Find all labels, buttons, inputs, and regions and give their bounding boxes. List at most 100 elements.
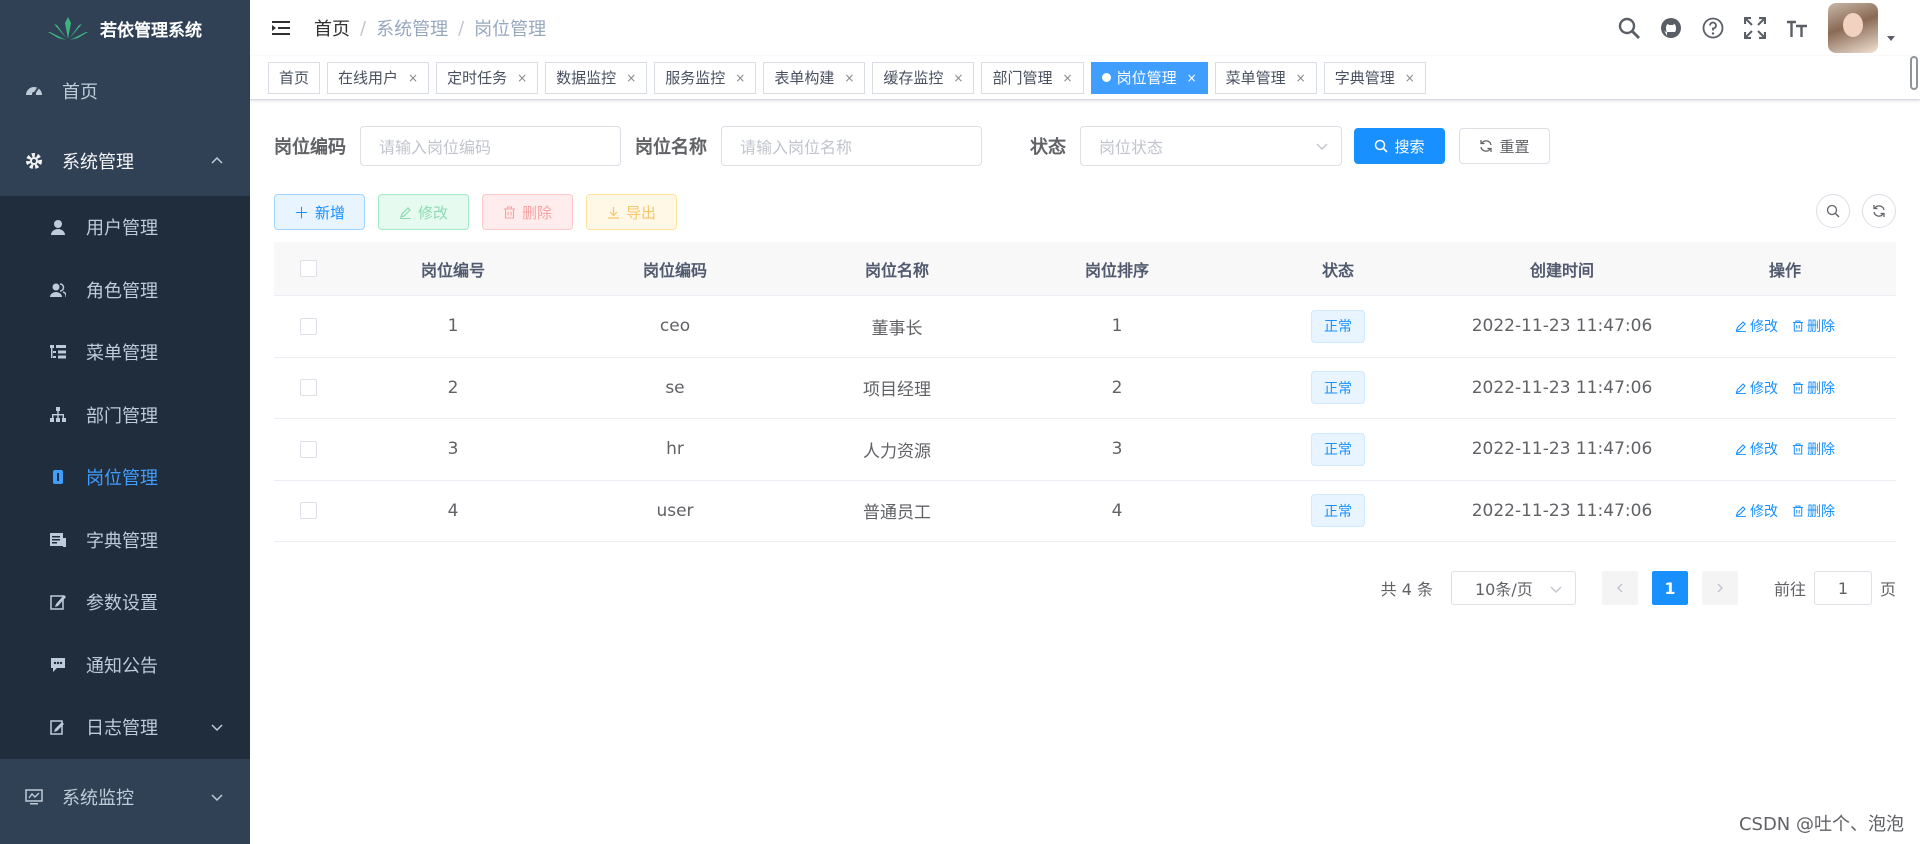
close-icon[interactable]: × (408, 71, 418, 85)
close-icon[interactable]: × (1405, 71, 1415, 85)
post-code-input[interactable]: 请输入岗位编码 (360, 126, 621, 166)
hamburger-icon[interactable] (270, 16, 294, 40)
trash-icon (1793, 443, 1803, 455)
tag-item[interactable]: 首页 (268, 61, 321, 94)
column-header: 岗位名称 (864, 260, 929, 280)
post-name-input[interactable]: 请输入岗位名称 (721, 126, 982, 166)
sidebar-item-parameters[interactable]: 参数设置 (0, 571, 250, 634)
table-row[interactable]: 2 se 项目经理 2 正常 2022-11-23 11:47:06 修改 删除 (274, 358, 1896, 419)
row-delete-link[interactable]: 删除 (1792, 316, 1835, 336)
status-cell: 正常 (1226, 494, 1450, 528)
export-button[interactable]: 导出 (586, 194, 677, 230)
status-select[interactable]: 岗位状态 (1080, 126, 1342, 166)
sidebar-item-system-monitor[interactable]: 系统监控 (0, 759, 250, 835)
table-row[interactable]: 4 user 普通员工 4 正常 2022-11-23 11:47:06 修改 删除 (274, 481, 1896, 542)
row-checkbox[interactable] (299, 379, 317, 397)
tag-item[interactable]: 字典管理 × (1323, 61, 1426, 94)
sidebar-item-label: 菜单管理 (86, 343, 158, 365)
app-root: 若依管理系统 首页 系统管理 用户管理 角色管理 菜单管理 部门管理 岗位管理 … (0, 0, 1920, 844)
tag-item[interactable]: 在线用户 × (327, 61, 430, 94)
close-icon[interactable]: × (517, 71, 527, 85)
add-button[interactable]: ＋ 新增 (274, 194, 365, 230)
tag-label: 定时任务 (447, 69, 508, 87)
row-edit-link[interactable]: 修改 (1735, 316, 1778, 336)
toolbar: ＋ 新增 修改 删除 导出 (274, 186, 1896, 238)
breadcrumb-home[interactable]: 首页 (314, 15, 350, 41)
tag-item[interactable]: 岗位管理 × (1090, 61, 1208, 94)
table-row[interactable]: 3 hr 人力资源 3 正常 2022-11-23 11:47:06 修改 删除 (274, 419, 1896, 481)
chevron-down-icon (1316, 143, 1328, 150)
row-checkbox[interactable] (299, 440, 317, 458)
tree-table-icon (48, 342, 68, 362)
reset-button[interactable]: 重置 (1459, 128, 1550, 164)
tag-item[interactable]: 菜单管理 × (1214, 61, 1317, 94)
avatar[interactable] (1828, 3, 1878, 53)
prev-page-button[interactable] (1601, 571, 1638, 605)
tag-item[interactable]: 服务监控 × (654, 61, 757, 94)
sidebar-item-departments[interactable]: 部门管理 (0, 384, 250, 447)
delete-button-label: 删除 (521, 203, 552, 222)
sidebar-item-menus[interactable]: 菜单管理 (0, 321, 250, 384)
github-icon[interactable] (1660, 17, 1682, 39)
tag-item[interactable]: 部门管理 × (981, 61, 1084, 94)
tag-label: 表单构建 (774, 69, 835, 87)
font-size-icon[interactable] (1786, 17, 1808, 39)
select-all-checkbox[interactable] (299, 260, 317, 277)
edit-button[interactable]: 修改 (378, 194, 469, 230)
row-delete-label: 删除 (1807, 503, 1835, 520)
delete-button[interactable]: 删除 (482, 194, 573, 230)
table-row[interactable]: 1 ceo 董事长 1 正常 2022-11-23 11:47:06 修改 删除 (274, 296, 1896, 358)
sidebar-item-notices[interactable]: 通知公告 (0, 634, 250, 697)
scrollbar-thumb[interactable] (1910, 56, 1918, 90)
user-icon (48, 217, 68, 237)
close-icon[interactable]: × (1187, 71, 1197, 85)
close-icon[interactable]: × (953, 71, 963, 85)
fullscreen-icon[interactable] (1744, 17, 1766, 39)
next-page-button[interactable] (1701, 571, 1738, 605)
row-delete-label: 删除 (1807, 319, 1835, 336)
post-icon (48, 467, 68, 487)
page-size-select[interactable]: 10条/页 (1450, 571, 1576, 605)
status-badge: 正常 (1311, 371, 1365, 405)
caret-down-icon[interactable] (1886, 33, 1896, 43)
tag-item[interactable]: 定时任务 × (436, 61, 539, 94)
row-edit-link[interactable]: 修改 (1735, 378, 1778, 398)
refresh-button[interactable] (1862, 194, 1896, 228)
close-icon[interactable]: × (1296, 71, 1306, 85)
row-checkbox[interactable] (299, 502, 317, 520)
search-button[interactable]: 搜索 (1354, 128, 1445, 164)
toggle-search-button[interactable] (1816, 194, 1850, 228)
logo[interactable]: 若依管理系统 (0, 0, 250, 56)
search-icon[interactable] (1618, 17, 1640, 39)
close-icon[interactable]: × (735, 71, 745, 85)
page-number-current[interactable]: 1 (1651, 571, 1688, 605)
sidebar-item-logs[interactable]: 日志管理 (0, 696, 250, 759)
close-icon[interactable]: × (1063, 71, 1073, 85)
post-name-cell: 普通员工 (863, 503, 931, 524)
tags-view: 首页 在线用户 × 定时任务 × 数据监控 × 服务监控 × 表单构建 × 缓存监控 × 部门管理 × 岗位管… (250, 56, 1920, 100)
post-sort-cell: 1 (1111, 316, 1123, 337)
post-sort-cell: 3 (1111, 439, 1123, 460)
row-delete-link[interactable]: 删除 (1792, 378, 1835, 398)
sidebar-item-users[interactable]: 用户管理 (0, 196, 250, 259)
tag-item[interactable]: 数据监控 × (545, 61, 648, 94)
tag-item[interactable]: 缓存监控 × (872, 61, 975, 94)
row-edit-link[interactable]: 修改 (1735, 439, 1778, 459)
sidebar-item-home[interactable]: 首页 (0, 56, 250, 126)
row-delete-link[interactable]: 删除 (1792, 501, 1835, 521)
post-code-placeholder: 请输入岗位编码 (379, 138, 492, 157)
close-icon[interactable]: × (844, 71, 854, 85)
row-edit-label: 修改 (1750, 319, 1778, 336)
row-delete-link[interactable]: 删除 (1792, 439, 1835, 459)
goto-page-input[interactable]: 1 (1813, 571, 1872, 605)
sidebar-item-label: 字典管理 (86, 530, 158, 552)
sidebar-item-dictionary[interactable]: 字典管理 (0, 509, 250, 572)
row-edit-link[interactable]: 修改 (1735, 501, 1778, 521)
sidebar-item-roles[interactable]: 角色管理 (0, 259, 250, 322)
sidebar-item-system-management[interactable]: 系统管理 (0, 126, 250, 196)
tag-item[interactable]: 表单构建 × (763, 61, 866, 94)
sidebar-item-posts[interactable]: 岗位管理 (0, 446, 250, 509)
row-checkbox[interactable] (299, 317, 317, 335)
close-icon[interactable]: × (626, 71, 636, 85)
question-icon[interactable] (1702, 17, 1724, 39)
